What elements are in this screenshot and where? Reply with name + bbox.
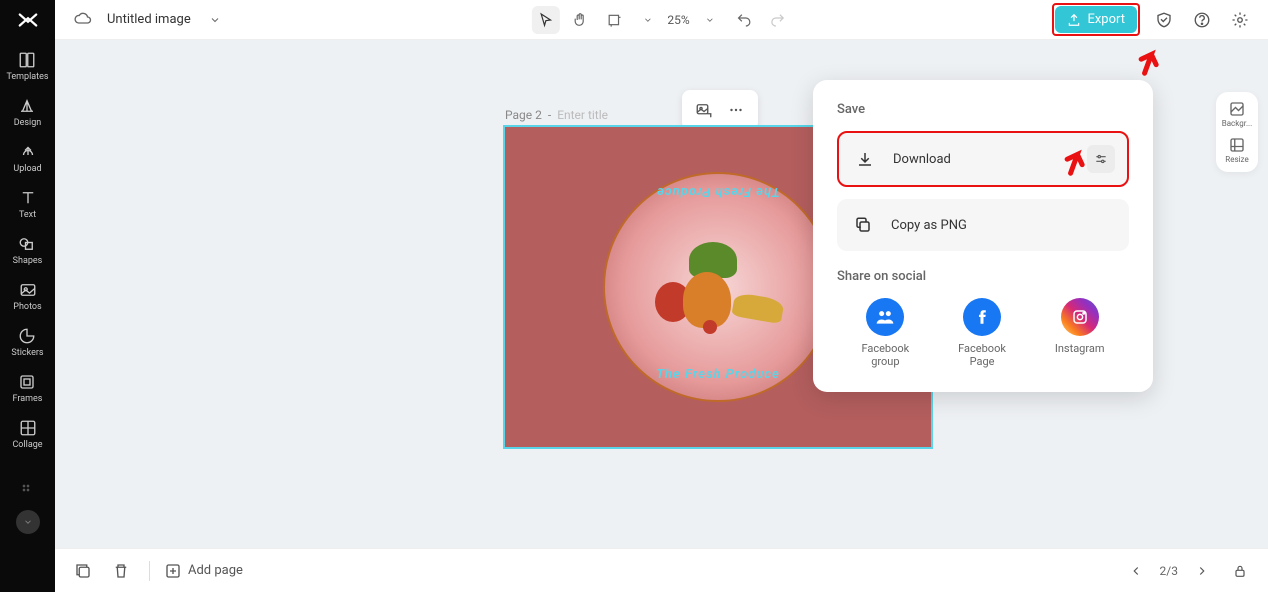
canvas-area[interactable]: Page 2 - The Fresh Produce: [55, 40, 1268, 548]
sidebar-label: Design: [14, 118, 42, 128]
badge-text-bottom: The Fresh Produce: [656, 367, 780, 382]
copy-png-label: Copy as PNG: [891, 218, 1117, 233]
badge-text-top: The Fresh Produce: [656, 184, 780, 199]
crop-chevron-icon[interactable]: [633, 6, 661, 34]
zoom-level[interactable]: 25%: [667, 13, 689, 27]
rp-label: Backgr...: [1222, 119, 1253, 128]
prev-page-icon[interactable]: [1122, 557, 1150, 585]
sidebar-item-stickers[interactable]: Stickers: [11, 326, 43, 358]
canvas-mini-toolbar: [682, 90, 758, 130]
social-label: Facebook Page: [958, 342, 1006, 368]
annotation-arrow-icon: [1062, 146, 1088, 176]
settings-icon[interactable]: [1226, 6, 1254, 34]
help-icon[interactable]: [1188, 6, 1216, 34]
instagram-icon: [1061, 298, 1099, 336]
resize-icon: [1228, 136, 1246, 154]
vegetables-illustration: [653, 242, 783, 332]
undo-icon[interactable]: [730, 6, 758, 34]
doc-title[interactable]: Untitled image: [107, 12, 191, 27]
download-label: Download: [893, 152, 1073, 167]
resize-button[interactable]: Resize: [1225, 136, 1248, 164]
logo-badge[interactable]: The Fresh Produce The Fresh Produce: [603, 172, 833, 402]
select-tool-icon[interactable]: [531, 6, 559, 34]
background-button[interactable]: Backgr...: [1222, 100, 1253, 128]
cloud-sync-icon[interactable]: [69, 6, 97, 34]
export-icon: [1067, 13, 1081, 27]
sidebar-item-photos[interactable]: Photos: [13, 280, 41, 312]
save-heading: Save: [837, 102, 1129, 117]
right-panel: Backgr... Resize: [1216, 92, 1258, 172]
templates-icon: [17, 50, 37, 70]
share-heading: Share on social: [837, 269, 1129, 284]
redo-icon[interactable]: [764, 6, 792, 34]
duplicate-page-icon[interactable]: [69, 557, 97, 585]
sidebar-avatar[interactable]: [16, 510, 40, 534]
design-icon: [17, 96, 37, 116]
social-label: Instagram: [1055, 342, 1105, 355]
facebook-icon: [963, 298, 1001, 336]
hand-tool-icon[interactable]: [565, 6, 593, 34]
export-popover: Save Download Copy as PNG Share on socia…: [813, 80, 1153, 392]
download-settings-icon[interactable]: [1087, 145, 1115, 173]
sidebar-label: Photos: [13, 302, 41, 312]
text-icon: [18, 188, 38, 208]
left-sidebar: Templates Design Upload Text Shapes Phot…: [0, 0, 55, 592]
sidebar-label: Collage: [12, 440, 42, 450]
shapes-icon: [17, 234, 37, 254]
export-highlight: Export: [1052, 3, 1140, 36]
sidebar-label: Stickers: [11, 348, 43, 358]
annotation-arrow-icon: [1136, 46, 1162, 76]
facebook-group-icon: [866, 298, 904, 336]
export-button-label: Export: [1087, 12, 1125, 27]
photos-icon: [18, 280, 38, 300]
sidebar-item-text[interactable]: Text: [18, 188, 38, 220]
share-facebook-page[interactable]: Facebook Page: [958, 298, 1006, 368]
add-page-label: Add page: [188, 563, 243, 578]
share-instagram[interactable]: Instagram: [1055, 298, 1105, 368]
collage-icon: [18, 418, 38, 438]
background-icon: [1228, 100, 1246, 118]
replace-image-icon[interactable]: [690, 96, 718, 124]
sidebar-label: Text: [19, 210, 36, 220]
next-page-icon[interactable]: [1188, 557, 1216, 585]
sidebar-item-shapes[interactable]: Shapes: [13, 234, 43, 266]
add-page-button[interactable]: Add page: [164, 562, 243, 580]
more-options-icon[interactable]: [722, 96, 750, 124]
export-button[interactable]: Export: [1055, 6, 1137, 33]
sidebar-item-design[interactable]: Design: [14, 96, 42, 128]
download-icon: [851, 145, 879, 173]
app-logo[interactable]: [16, 8, 40, 32]
frames-icon: [17, 372, 37, 392]
sidebar-label: Shapes: [13, 256, 43, 266]
zoom-chevron-icon[interactable]: [696, 6, 724, 34]
sidebar-item-frames[interactable]: Frames: [13, 372, 43, 404]
copy-icon: [849, 211, 877, 239]
shield-icon[interactable]: [1150, 6, 1178, 34]
sidebar-label: Frames: [13, 394, 43, 404]
rp-label: Resize: [1225, 155, 1248, 164]
delete-page-icon[interactable]: [107, 557, 135, 585]
bottombar: Add page 2/3: [55, 548, 1268, 592]
sidebar-item-upload[interactable]: Upload: [13, 142, 41, 174]
share-facebook-group[interactable]: Facebook group: [861, 298, 909, 368]
social-label: Facebook group: [861, 342, 909, 368]
crop-tool-icon[interactable]: [599, 6, 627, 34]
copy-png-button[interactable]: Copy as PNG: [837, 199, 1129, 251]
page-meta: Page 2 -: [505, 108, 627, 122]
sidebar-label: Templates: [6, 72, 48, 82]
topbar: Untitled image 25% Export: [55, 0, 1268, 40]
stickers-icon: [17, 326, 37, 346]
doc-title-chevron-icon[interactable]: [201, 6, 229, 34]
page-indicator: 2/3: [1160, 564, 1178, 578]
page-number-label: Page 2: [505, 108, 542, 122]
sidebar-item-templates[interactable]: Templates: [6, 50, 48, 82]
add-page-icon: [164, 562, 182, 580]
more-apps-icon[interactable]: [20, 482, 36, 498]
sidebar-item-collage[interactable]: Collage: [12, 418, 42, 450]
page-title-input[interactable]: [557, 108, 627, 122]
lock-icon[interactable]: [1226, 557, 1254, 585]
upload-icon: [18, 142, 38, 162]
sidebar-label: Upload: [13, 164, 41, 174]
